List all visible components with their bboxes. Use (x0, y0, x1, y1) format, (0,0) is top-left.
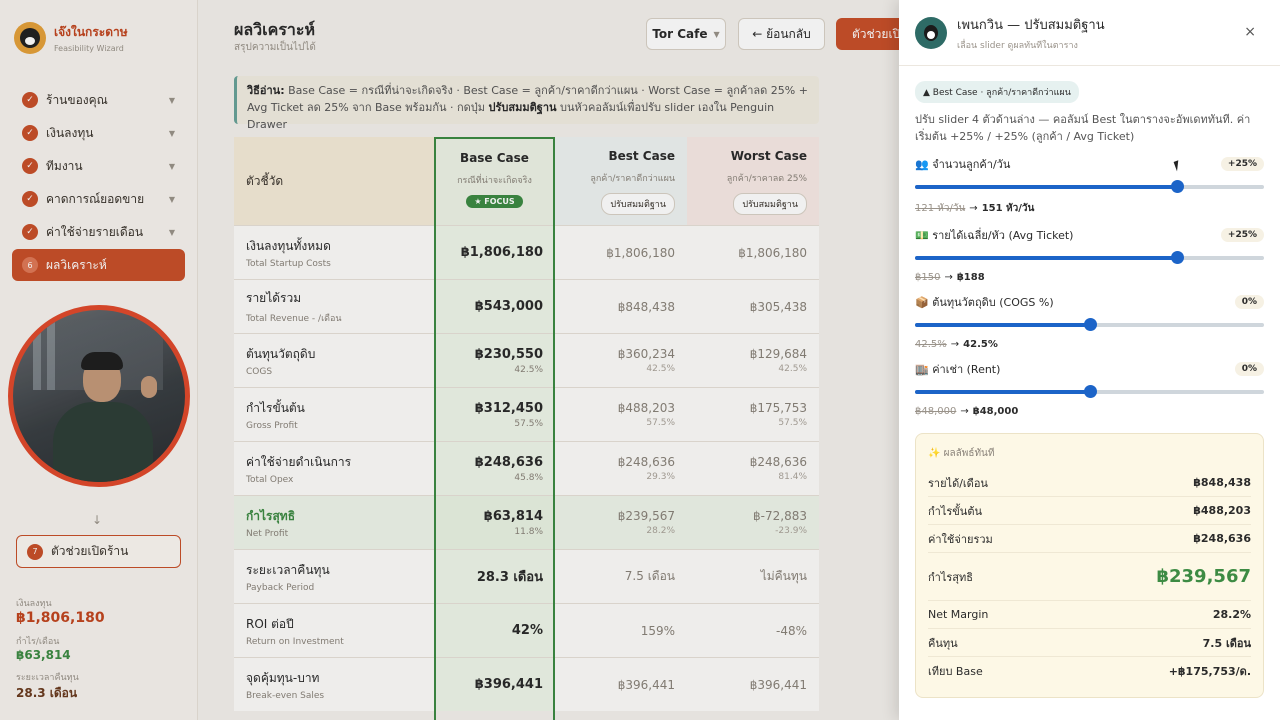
slider-label: 🏬 ค่าเช่า (Rent) (915, 363, 1001, 376)
slider-handle[interactable] (1170, 180, 1184, 193)
slider-track[interactable] (915, 251, 1264, 264)
slider-handle[interactable] (1083, 385, 1097, 398)
penguin-drawer: เพนกวิน — ปรับสมมติฐาน เลื่อน slider ดูผ… (899, 0, 1280, 720)
backdrop[interactable] (0, 0, 899, 720)
slider-label: 👥 จำนวนลูกค้า/วัน (915, 158, 1011, 171)
result-rows: รายได้/เดือน ฿848,438 กำไรขั้นต้น ฿488,203 ค… (928, 469, 1251, 685)
close-icon[interactable]: × (1244, 24, 1256, 40)
slider-value: 42.5% → 42.5% (915, 339, 998, 350)
result-row: คืนทุน 7.5 เดือน (928, 629, 1251, 657)
result-row: เทียบ Base +฿175,753/ด. (928, 665, 1251, 678)
slider-value: ฿150 → ฿188 (915, 272, 985, 283)
slider-handle[interactable] (1083, 318, 1097, 331)
drawer-body: ▲ Best Case · ลูกค้า/ราคาดีกว่าแผน ปรับ … (899, 66, 1280, 712)
drawer-subtitle: เลื่อน slider ดูผลทันทีในตาราง (957, 40, 1078, 51)
instant-result-card: ✨ ผลลัพธ์ทันที รายได้/เดือน ฿848,438 กำไรข… (915, 433, 1264, 698)
drawer-header: เพนกวิน — ปรับสมมติฐาน เลื่อน slider ดูผ… (899, 0, 1280, 66)
slider-percent-badge: 0% (1234, 295, 1264, 309)
result-title: ✨ ผลลัพธ์ทันที (928, 448, 995, 459)
slider-percent-badge: +25% (1220, 228, 1264, 242)
slider-track[interactable] (915, 385, 1264, 398)
penguin-avatar-icon (915, 16, 947, 49)
slider-track[interactable] (915, 180, 1264, 193)
slider-track[interactable] (915, 318, 1264, 331)
slider-percent-badge: +25% (1220, 157, 1264, 171)
assumption-slider: 💵 รายได้เฉลี่ย/หัว (Avg Ticket) +25% ฿150 →… (915, 226, 1264, 283)
assumption-slider: 👥 จำนวนลูกค้า/วัน +25% 121 หัว/วัน → 151 หัว… (915, 155, 1264, 216)
slider-label: 💵 รายได้เฉลี่ย/หัว (Avg Ticket) (915, 229, 1074, 242)
drawer-intro: ปรับ slider 4 ตัวด้านล่าง — คอลัมน์ Best… (915, 113, 1251, 143)
result-row: Net Margin 28.2% (928, 601, 1251, 629)
slider-value: ฿48,000 → ฿48,000 (915, 406, 1019, 417)
assumption-slider: 🏬 ค่าเช่า (Rent) 0% ฿48,000 → ฿48,000 (915, 360, 1264, 417)
app: เจ๊งในกระดาษ Feasibility Wizard ✓ ร้านของ… (0, 0, 1280, 720)
result-row: กำไรขั้นต้น ฿488,203 (928, 497, 1251, 525)
drawer-title: เพนกวิน — ปรับสมมติฐาน (957, 17, 1105, 33)
slider-percent-badge: 0% (1234, 362, 1264, 376)
slider-list: 👥 จำนวนลูกค้า/วัน +25% 121 หัว/วัน → 151 หัว… (915, 155, 1264, 417)
result-row: กำไรสุทธิ ฿239,567 (928, 553, 1251, 601)
result-row: ค่าใช้จ่ายรวม ฿248,636 (928, 525, 1251, 553)
slider-value: 121 หัว/วัน → 151 หัว/วัน (915, 203, 1035, 214)
slider-label: 📦 ต้นทุนวัตถุดิบ (COGS %) (915, 296, 1054, 309)
slider-handle[interactable] (1170, 251, 1184, 264)
assumption-slider: 📦 ต้นทุนวัตถุดิบ (COGS %) 0% 42.5% → 42.5% (915, 293, 1264, 350)
result-row: รายได้/เดือน ฿848,438 (928, 469, 1251, 497)
scenario-chip: ▲ Best Case · ลูกค้า/ราคาดีกว่าแผน (915, 81, 1079, 103)
